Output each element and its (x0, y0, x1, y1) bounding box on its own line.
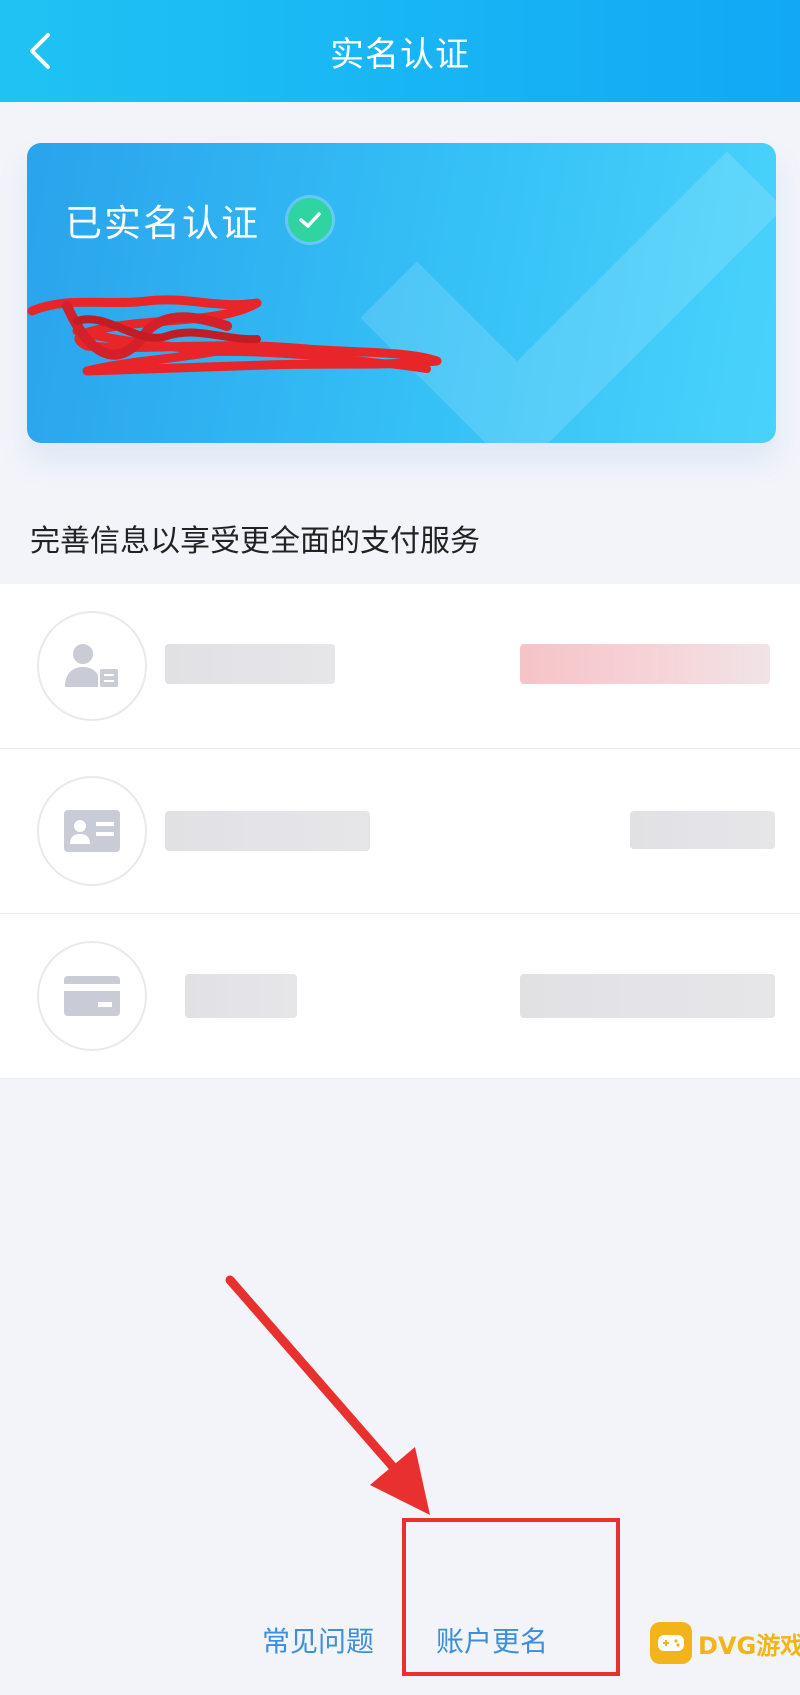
list-item-personal-info[interactable] (0, 584, 800, 749)
faq-link[interactable]: 常见问题 (262, 1620, 374, 1660)
redacted-label (165, 644, 335, 684)
watermark-text: DVG游戏网 (698, 1631, 800, 1660)
person-id-icon (37, 611, 147, 721)
redacted-value (520, 974, 775, 1018)
back-button[interactable] (14, 26, 64, 76)
verification-card: 已实名认证 (27, 143, 776, 443)
bank-card-icon (37, 941, 147, 1051)
site-watermark: DVG游戏网 (650, 1622, 800, 1664)
card-title-row: 已实名认证 (65, 193, 332, 247)
redacted-name-scribble (27, 295, 442, 376)
id-card-icon (37, 776, 147, 886)
list-item-bank-card[interactable] (0, 914, 800, 1079)
redacted-value (520, 644, 770, 684)
redacted-label (165, 811, 370, 851)
hint-text: 完善信息以享受更全面的支付服务 (30, 524, 480, 559)
nav-bar: 实名认证 (0, 0, 800, 102)
verified-check-icon (288, 198, 332, 242)
redacted-label (185, 974, 297, 1018)
info-list (0, 584, 800, 1079)
page-title: 实名认证 (330, 34, 470, 75)
watermark-logo-icon (650, 1622, 692, 1664)
card-title: 已实名认证 (65, 202, 260, 245)
account-rename-link[interactable]: 账户更名 (436, 1620, 548, 1660)
annotation-arrow-icon (225, 1275, 430, 1515)
list-item-id-photo[interactable] (0, 749, 800, 914)
chevron-left-icon (30, 33, 50, 69)
redacted-value (630, 811, 775, 849)
